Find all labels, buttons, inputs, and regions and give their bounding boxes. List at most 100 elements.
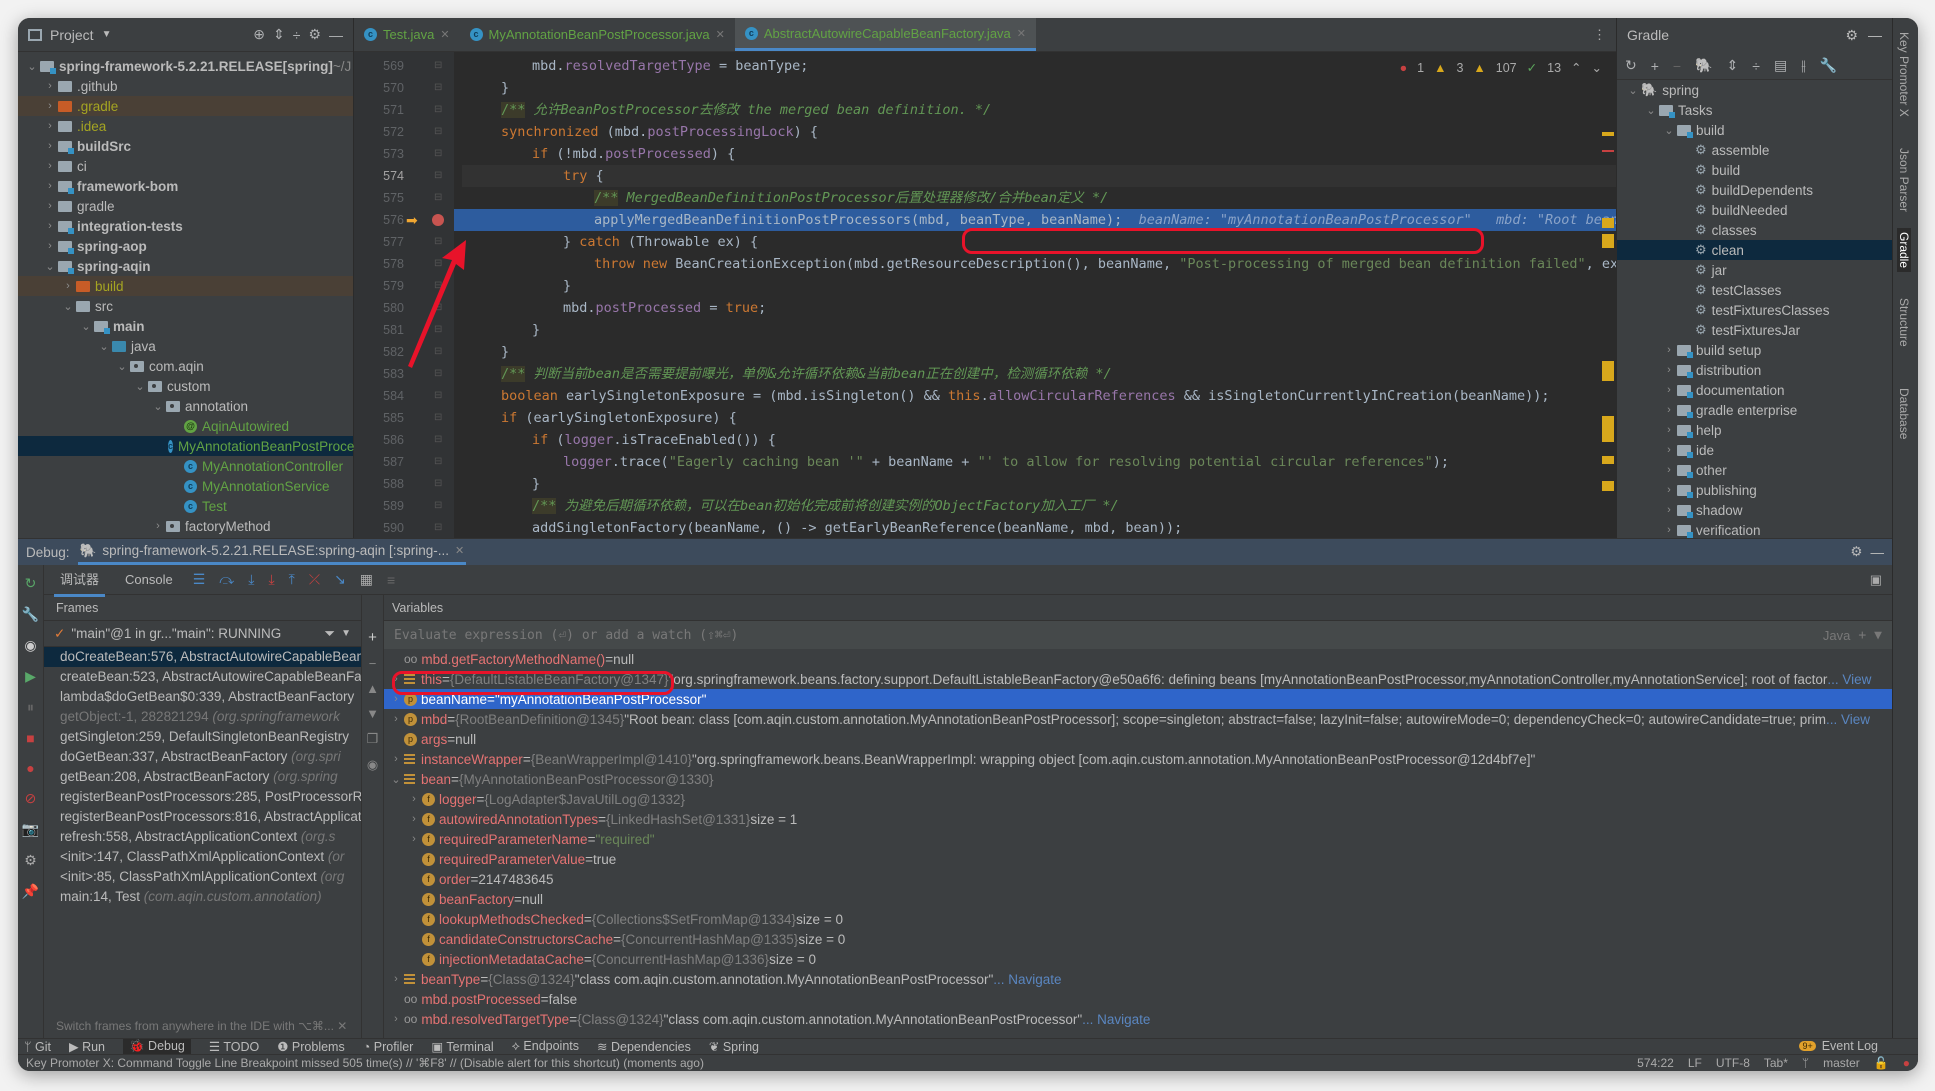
fold-marker-icon[interactable]: ⊟: [434, 451, 442, 473]
code-line[interactable]: mbd.postProcessed = true;: [462, 297, 1616, 319]
tab-debugger[interactable]: 调试器: [54, 563, 106, 597]
variable-row[interactable]: › p mbd = {RootBeanDefinition@1345} "Root …: [384, 709, 1892, 729]
tab-console[interactable]: Console: [119, 566, 179, 593]
chevron-right-icon[interactable]: ›: [42, 220, 58, 232]
gradle-tree-item[interactable]: › publishing: [1617, 480, 1892, 500]
pin-icon[interactable]: 📌: [22, 883, 39, 900]
stripe-mark[interactable]: [1602, 481, 1614, 491]
tree-item[interactable]: c MyAnnotationBeanPostProcessor: [18, 436, 380, 456]
remove-icon[interactable]: −: [1673, 58, 1681, 74]
gradle-tree-item[interactable]: › build setup: [1617, 340, 1892, 360]
tree-item[interactable]: ⌄ spring-framework-5.2.21.RELEASE [spring…: [18, 56, 353, 76]
tree-item[interactable]: ⌄ main: [18, 316, 353, 336]
force-step-into-icon[interactable]: ⤓: [268, 571, 274, 588]
chevron-right-icon[interactable]: ›: [1661, 484, 1677, 496]
indent-setting[interactable]: Tab*: [1764, 1056, 1788, 1070]
chevron-right-icon[interactable]: ›: [42, 180, 58, 192]
code-line[interactable]: /** 允许BeanPostProcessor去修改 the merged be…: [462, 99, 1616, 121]
tree-item[interactable]: › ci: [18, 156, 353, 176]
view-breakpoints-icon[interactable]: ●: [26, 760, 34, 776]
chevron-right-icon[interactable]: ›: [150, 520, 166, 532]
variable-row[interactable]: oo mbd.postProcessed = false: [384, 989, 1892, 1009]
breakpoint-icon[interactable]: [432, 214, 444, 226]
code-line[interactable]: boolean earlySingletonExposure = (mbd.is…: [462, 385, 1616, 407]
chevron-right-icon[interactable]: ›: [42, 80, 58, 92]
stripe-mark[interactable]: [1602, 218, 1614, 228]
fold-marker-icon[interactable]: ⊟: [434, 143, 442, 165]
minimize-icon[interactable]: —: [1871, 545, 1885, 560]
chevron-down-icon[interactable]: ⌄: [96, 340, 112, 353]
close-icon[interactable]: ✕: [716, 28, 725, 41]
view-breakpoints-eye-icon[interactable]: ◉: [24, 637, 36, 654]
locate-icon[interactable]: ⊕: [253, 26, 265, 43]
stack-frame[interactable]: lambda$doGetBean$0:339, AbstractBeanFact…: [44, 687, 361, 707]
chevron-down-icon[interactable]: ▼: [102, 29, 112, 40]
tree-item[interactable]: › spring-aop: [18, 236, 353, 256]
variable-link[interactable]: ... Navigate: [993, 972, 1061, 987]
stripe-mark[interactable]: [1602, 361, 1614, 381]
code-line[interactable]: if (logger.isTraceEnabled()) {: [462, 429, 1616, 451]
chevron-right-icon[interactable]: ›: [406, 833, 422, 845]
stack-frame[interactable]: getBean:208, AbstractBeanFactory (org.sp…: [44, 767, 361, 787]
thread-selector[interactable]: ✓ "main"@1 in gr..."main": RUNNING ⏷ ▼: [44, 621, 361, 647]
fold-marker-icon[interactable]: ⊟: [434, 429, 442, 451]
code-line[interactable]: }: [462, 473, 1616, 495]
gradle-tree-item[interactable]: ⌄ build: [1617, 120, 1892, 140]
variable-row[interactable]: › f autowiredAnnotationTypes = {LinkedHash…: [384, 809, 1892, 829]
chevron-right-icon[interactable]: ›: [1661, 444, 1677, 456]
strip-gradle[interactable]: Gradle: [1897, 228, 1911, 273]
step-out-icon[interactable]: ⤒: [289, 571, 295, 588]
tree-item[interactable]: › factoryMethod: [18, 516, 353, 536]
code-line[interactable]: try {: [462, 165, 1616, 187]
gradle-tree-item[interactable]: › verification: [1617, 520, 1892, 540]
gradle-tree-item[interactable]: ⚙ testFixturesClasses: [1617, 300, 1892, 320]
chevron-down-icon[interactable]: ⌄: [114, 360, 130, 373]
project-view-selector[interactable]: Project: [50, 27, 94, 43]
stack-frame[interactable]: doGetBean:337, AbstractBeanFactory (org.…: [44, 747, 361, 767]
variable-row[interactable]: › beanType = {Class@1324} "class com.aqin…: [384, 969, 1892, 989]
gradle-tree-item[interactable]: ⌄ Tasks: [1617, 100, 1892, 120]
code-line[interactable]: /** MergedBeanDefinitionPostProcessor后置处…: [462, 187, 1616, 209]
group-modules-icon[interactable]: ▤: [1774, 57, 1787, 74]
layout-icon[interactable]: ▣: [1870, 572, 1882, 588]
strip-structure[interactable]: Structure: [1897, 298, 1911, 347]
git-branch[interactable]: master: [1823, 1056, 1860, 1070]
fold-marker-icon[interactable]: ⊟: [434, 385, 442, 407]
gradle-tree-item[interactable]: ⚙ buildNeeded: [1617, 200, 1892, 220]
remove-icon[interactable]: −: [369, 656, 377, 671]
chevron-down-icon[interactable]: ⌄: [388, 773, 404, 786]
close-icon[interactable]: ✕: [337, 1019, 347, 1033]
chevron-right-icon[interactable]: ›: [1661, 344, 1677, 356]
close-icon[interactable]: ✕: [440, 28, 449, 41]
gradle-tree-item[interactable]: › ide: [1617, 440, 1892, 460]
debug-session-tab[interactable]: 🐘 spring-framework-5.2.21.RELEASE:spring…: [77, 540, 467, 565]
add-watch-icon[interactable]: +: [1858, 628, 1866, 643]
up-icon[interactable]: ▲: [366, 681, 379, 696]
mute-breakpoints-icon[interactable]: ⊘: [25, 790, 37, 807]
variable-row[interactable]: f requiredParameterValue = true: [384, 849, 1892, 869]
stripe-mark[interactable]: [1602, 456, 1614, 464]
chevron-right-icon[interactable]: ›: [1661, 384, 1677, 396]
minimize-icon[interactable]: —: [1868, 27, 1882, 43]
close-icon[interactable]: ✕: [1017, 27, 1026, 40]
chevron-down-icon[interactable]: ⌄: [132, 380, 148, 393]
stripe-mark[interactable]: [1602, 416, 1614, 442]
tree-item[interactable]: › integration-tests: [18, 216, 353, 236]
step-into-icon[interactable]: ⤓: [248, 571, 254, 588]
toggle-offline-icon[interactable]: ⫲: [1801, 57, 1806, 74]
bottom-tab-problems[interactable]: ❶ Problems: [277, 1039, 344, 1054]
close-icon[interactable]: ✕: [455, 544, 464, 557]
stripe-mark[interactable]: [1602, 150, 1614, 152]
event-log-button[interactable]: 9+ Event Log: [1799, 1039, 1878, 1053]
tree-item[interactable]: › build: [18, 276, 353, 296]
stripe-mark[interactable]: [1602, 234, 1614, 248]
gradle-tree-item[interactable]: ⚙ buildDependents: [1617, 180, 1892, 200]
copy-icon[interactable]: ❐: [367, 731, 379, 747]
code-line[interactable]: addSingletonFactory(beanName, () -> getE…: [462, 517, 1616, 538]
stack-frame[interactable]: getSingleton:259, DefaultSingletonBeanRe…: [44, 727, 361, 747]
chevron-right-icon[interactable]: ›: [42, 160, 58, 172]
evaluate-expression-input[interactable]: Evaluate expression (⏎) or add a watch (…: [384, 621, 1892, 649]
pause-icon[interactable]: ⏸: [27, 699, 34, 716]
stack-frame[interactable]: main:14, Test (com.aqin.custom.annotatio…: [44, 887, 361, 907]
stack-frame[interactable]: refresh:558, AbstractApplicationContext …: [44, 827, 361, 847]
